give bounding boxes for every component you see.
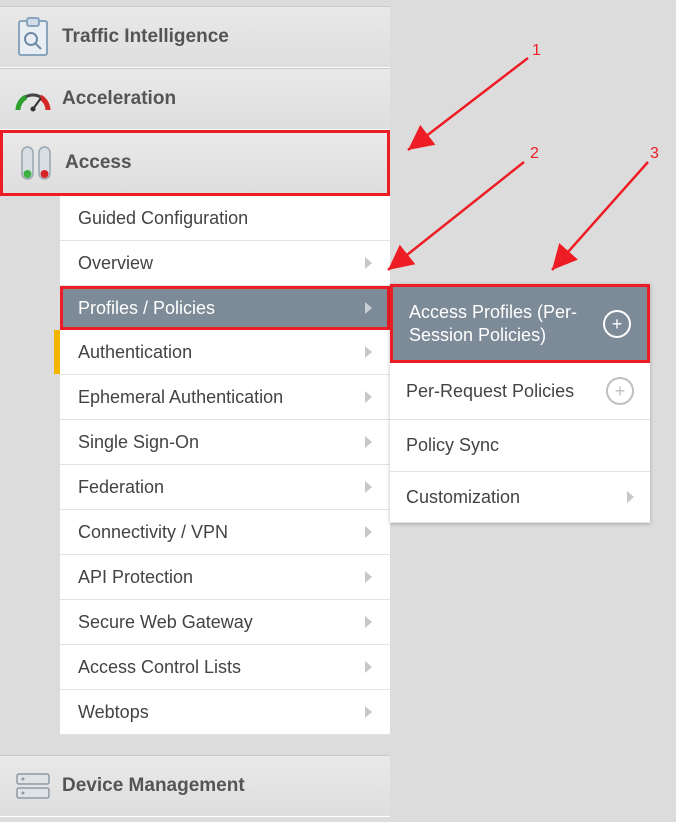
annotation-arrow-3 <box>0 0 676 822</box>
